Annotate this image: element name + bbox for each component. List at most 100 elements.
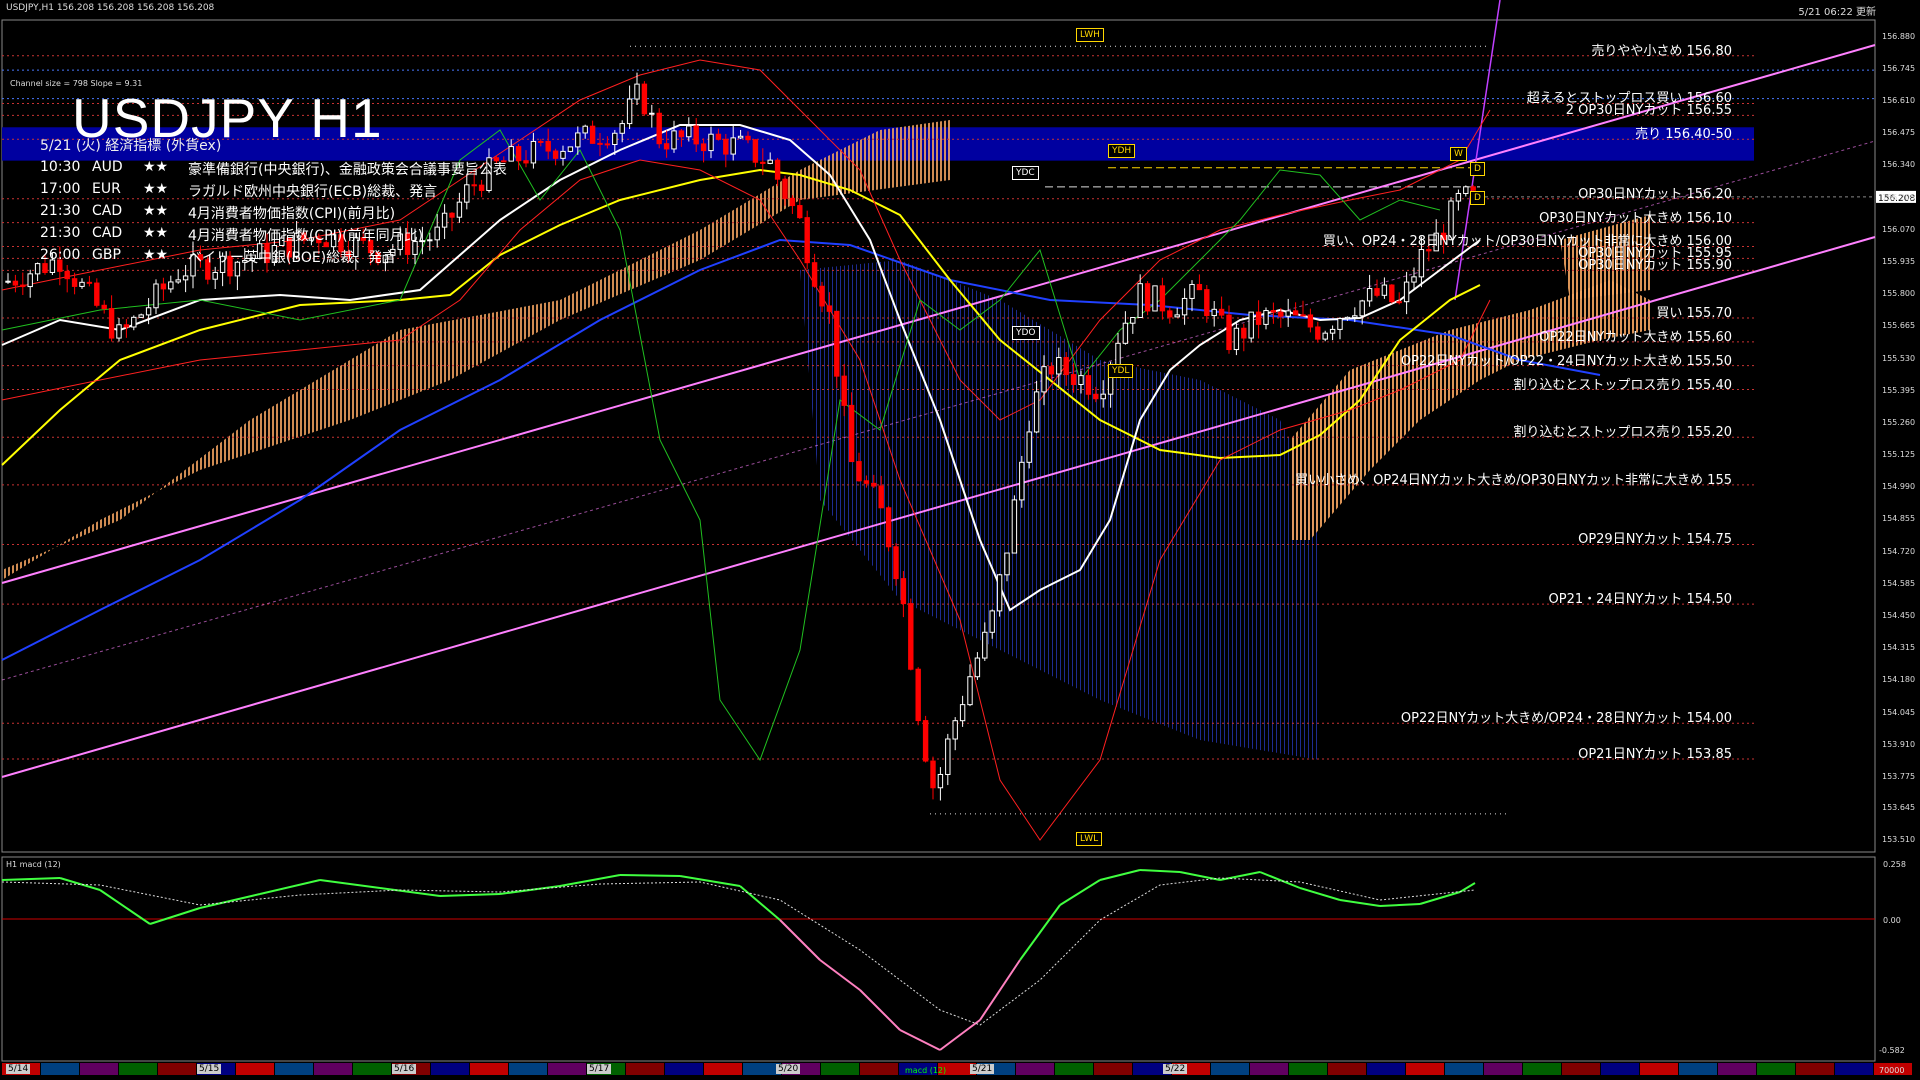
candle-body	[1004, 552, 1010, 576]
event-currency: CAD	[92, 203, 123, 219]
candle-body	[153, 283, 159, 309]
price-axis-label: 154.990	[1882, 482, 1916, 492]
macd-panel-border	[1, 856, 1876, 1062]
candle-body	[1374, 288, 1380, 296]
candle-body	[767, 159, 773, 164]
candle-body	[552, 150, 559, 159]
candle-body	[1093, 393, 1099, 400]
candle-body	[560, 150, 566, 159]
candle-body	[1322, 332, 1328, 340]
price-axis-label: 156.610	[1882, 96, 1916, 106]
date-bar-block	[470, 1063, 508, 1075]
candle-body	[1403, 281, 1410, 303]
candle-body	[1396, 301, 1402, 304]
candle-body	[1152, 285, 1158, 312]
date-bar-block	[1523, 1063, 1561, 1075]
ydc-marker: YDC	[1012, 166, 1039, 180]
price-axis-label: 156.475	[1882, 128, 1916, 138]
macd-line-segment	[499, 885, 561, 895]
macd-line-segment	[319, 879, 381, 889]
candle-body	[974, 657, 981, 678]
candle-body	[641, 83, 648, 115]
candle-body	[42, 263, 48, 273]
level-label: 売りやや小さめ 156.80	[1591, 43, 1732, 59]
event-currency: EUR	[92, 181, 121, 197]
candle-body	[619, 123, 625, 134]
level-label: OP22日NYカット/OP22・24日NYカット大きめ 155.50	[1400, 353, 1732, 369]
candle-body	[774, 159, 781, 180]
macd-axis-bottom: -0.582	[1879, 1046, 1905, 1055]
candle-body	[101, 304, 107, 310]
candle-body	[952, 720, 958, 740]
date-bar-block	[1484, 1063, 1522, 1075]
price-axis-label: 155.260	[1882, 417, 1916, 427]
price-axis-label: 155.935	[1882, 256, 1916, 266]
candle-body	[908, 603, 914, 670]
candle-body	[612, 132, 618, 146]
candle-body	[1100, 393, 1106, 400]
d-marker-upper: D	[1470, 162, 1485, 176]
candle-body	[885, 507, 892, 548]
candle-body	[797, 205, 803, 219]
candle-body	[1070, 374, 1077, 385]
candle-body	[1204, 289, 1210, 317]
candle-body	[1159, 285, 1166, 312]
date-bar-block	[1601, 1063, 1639, 1075]
event-stars: ★★	[143, 247, 169, 263]
ydh-marker: YDH	[1108, 144, 1136, 158]
price-axis-label: 156.070	[1882, 224, 1916, 234]
candle-body	[538, 140, 544, 143]
macd-line-segment	[679, 875, 741, 887]
candle-body	[1181, 297, 1188, 316]
date-bar-block	[665, 1063, 703, 1075]
candle-body	[811, 262, 818, 287]
date-bar-block	[1016, 1063, 1054, 1075]
candle-body	[175, 279, 181, 283]
price-axis-label: 156.880	[1882, 31, 1916, 41]
date-label: 5/21	[970, 1064, 995, 1074]
candle-body	[959, 704, 966, 722]
event-currency: CAD	[92, 225, 123, 241]
candle-body	[686, 125, 692, 138]
candle-body	[567, 146, 574, 152]
level-label: 割り込むとストップロス売り 155.20	[1513, 425, 1732, 441]
level-label: OP30日NYカット大きめ 156.10	[1539, 210, 1732, 226]
candle-body	[804, 217, 810, 264]
date-bar-block	[1406, 1063, 1444, 1075]
event-text: 4月消費者物価指数(CPI)(前月比)	[188, 206, 396, 222]
date-bar-block	[353, 1063, 391, 1075]
macd-line-segment	[1259, 871, 1301, 889]
candle-body	[715, 133, 722, 140]
candle-body	[678, 130, 685, 138]
candle-body	[1307, 314, 1314, 328]
event-currency: GBP	[92, 247, 121, 263]
candle-body	[1233, 327, 1240, 351]
date-bar-block	[1718, 1063, 1756, 1075]
level-label: OP21・24日NYカット 154.50	[1548, 592, 1732, 608]
macd-line-segment	[1059, 879, 1101, 906]
candle-body	[937, 773, 944, 789]
candle-body	[441, 212, 448, 228]
date-bar-block	[1250, 1063, 1288, 1075]
candle-body	[145, 307, 152, 316]
chart-window[interactable]: 156.208 USDJPY,H1 156.208 156.208 156.20…	[0, 0, 1920, 1080]
macd-line-segment	[979, 959, 1021, 1021]
event-text: ベイリー英中銀(BOE)総裁、発言	[188, 250, 397, 266]
date-bar-block	[236, 1063, 274, 1075]
event-stars: ★★	[143, 159, 169, 175]
price-axis-label: 156.340	[1882, 160, 1916, 170]
candle-body	[131, 316, 137, 328]
event-stars: ★★	[143, 181, 169, 197]
price-axis-label: 154.855	[1882, 514, 1916, 524]
candle-body	[863, 480, 870, 484]
date-bar-block	[1211, 1063, 1249, 1075]
price-axis-label: 154.045	[1882, 707, 1916, 717]
candle-body	[649, 112, 655, 115]
date-bar-block	[80, 1063, 118, 1075]
date-bar-block	[41, 1063, 79, 1075]
candle-body	[893, 546, 899, 580]
candle-body	[1344, 316, 1351, 320]
date-label: 5/15	[197, 1064, 222, 1074]
ydl-marker: YDL	[1108, 364, 1134, 378]
candle-body	[1137, 283, 1143, 319]
